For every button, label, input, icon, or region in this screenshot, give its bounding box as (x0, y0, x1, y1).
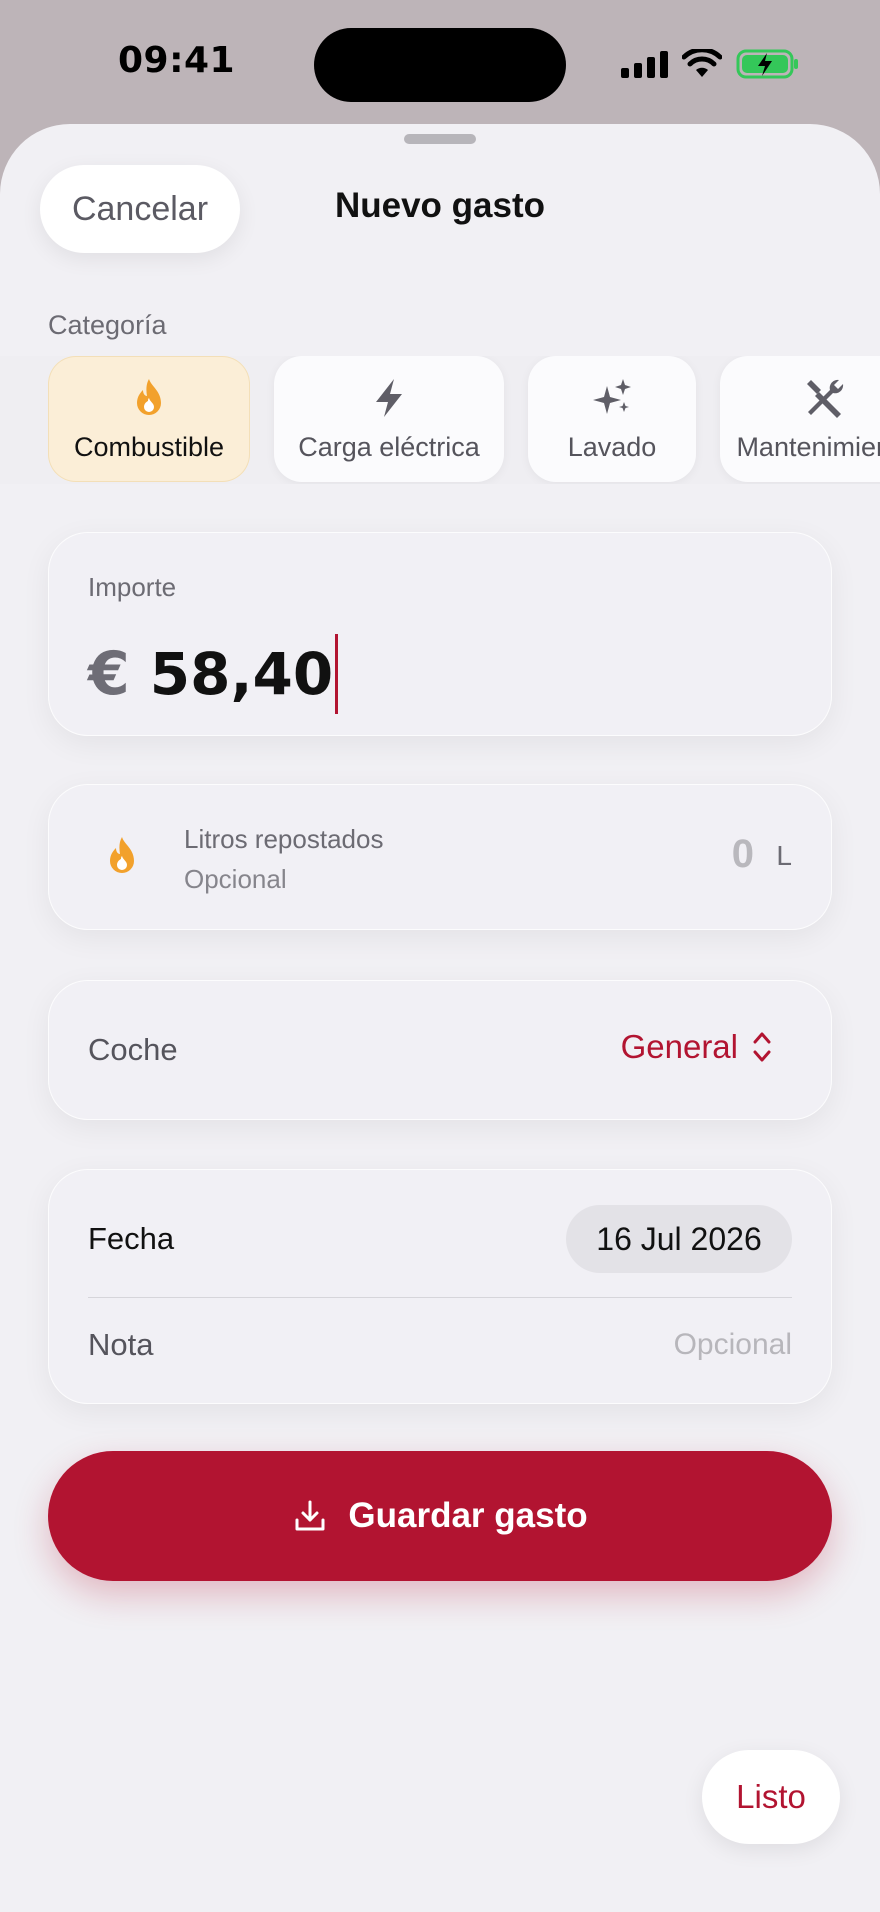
save-button-label: Guardar gasto (348, 1496, 588, 1535)
litros-subtitle: Opcional (184, 864, 287, 894)
download-icon (295, 1500, 325, 1531)
date-picker-button[interactable]: 16 Jul 2026 (566, 1205, 792, 1273)
cellular-signal-icon (621, 50, 668, 78)
battery-charging-icon (736, 49, 798, 79)
status-time: 09:41 (118, 40, 236, 81)
flame-icon (137, 378, 161, 415)
save-expense-button[interactable]: Guardar gasto (48, 1451, 832, 1581)
nota-label: Nota (88, 1327, 154, 1362)
amount-value[interactable]: 58,40 (150, 640, 333, 708)
coche-card: Coche General (48, 980, 832, 1120)
amount-field[interactable]: € 58,40 (88, 634, 339, 714)
litros-title: Litros repostados (184, 824, 384, 854)
cancel-button[interactable]: Cancelar (40, 165, 240, 253)
dynamic-island (314, 28, 566, 102)
divider (88, 1297, 792, 1298)
status-icons (621, 46, 800, 82)
litros-card[interactable]: Litros repostados Opcional 0 L (48, 784, 832, 930)
amount-card[interactable]: Importe € 58,40 (48, 532, 832, 736)
category-chip-label: Mantenimiento (736, 431, 880, 462)
litros-input[interactable]: 0 (732, 832, 754, 877)
new-expense-sheet: Cancelar Nuevo gasto Categoría Combustib… (0, 124, 880, 1912)
coche-label: Coche (88, 1032, 178, 1067)
category-chip-carga-electrica[interactable]: Carga eléctrica (274, 356, 504, 482)
amount-label: Importe (88, 572, 177, 602)
litros-unit: L (776, 840, 792, 871)
details-card: Fecha 16 Jul 2026 Nota (48, 1169, 832, 1404)
chevron-up-down-icon (753, 1032, 771, 1062)
category-chip-mantenimiento[interactable]: Mantenimiento (720, 356, 880, 482)
keyboard-done-button[interactable]: Listo (702, 1750, 840, 1844)
sheet-title: Nuevo gasto (334, 186, 546, 225)
category-chip-label: Combustible (73, 431, 225, 462)
category-picker[interactable]: Combustible Carga eléctrica Lavado Mante… (0, 356, 880, 484)
sparkles-icon (593, 378, 631, 414)
category-chip-lavado[interactable]: Lavado (528, 356, 696, 482)
coche-picker[interactable]: General (621, 1028, 772, 1066)
coche-value: General (620, 1028, 738, 1065)
flame-icon (110, 837, 134, 873)
category-label: Categoría (48, 310, 167, 340)
bolt-icon (376, 378, 402, 417)
text-cursor (335, 634, 339, 714)
category-chip-combustible[interactable]: Combustible (48, 356, 250, 482)
note-input[interactable] (532, 1323, 792, 1367)
status-bar: 09:41 (0, 0, 880, 124)
category-chip-label: Lavado (567, 431, 657, 462)
currency-symbol: € (88, 639, 130, 709)
category-chip-label: Carga eléctrica (298, 431, 480, 462)
fecha-label: Fecha (88, 1221, 175, 1256)
wrench-screwdriver-icon (807, 379, 844, 418)
sheet-grabber[interactable] (404, 134, 476, 144)
wifi-icon (682, 49, 722, 77)
